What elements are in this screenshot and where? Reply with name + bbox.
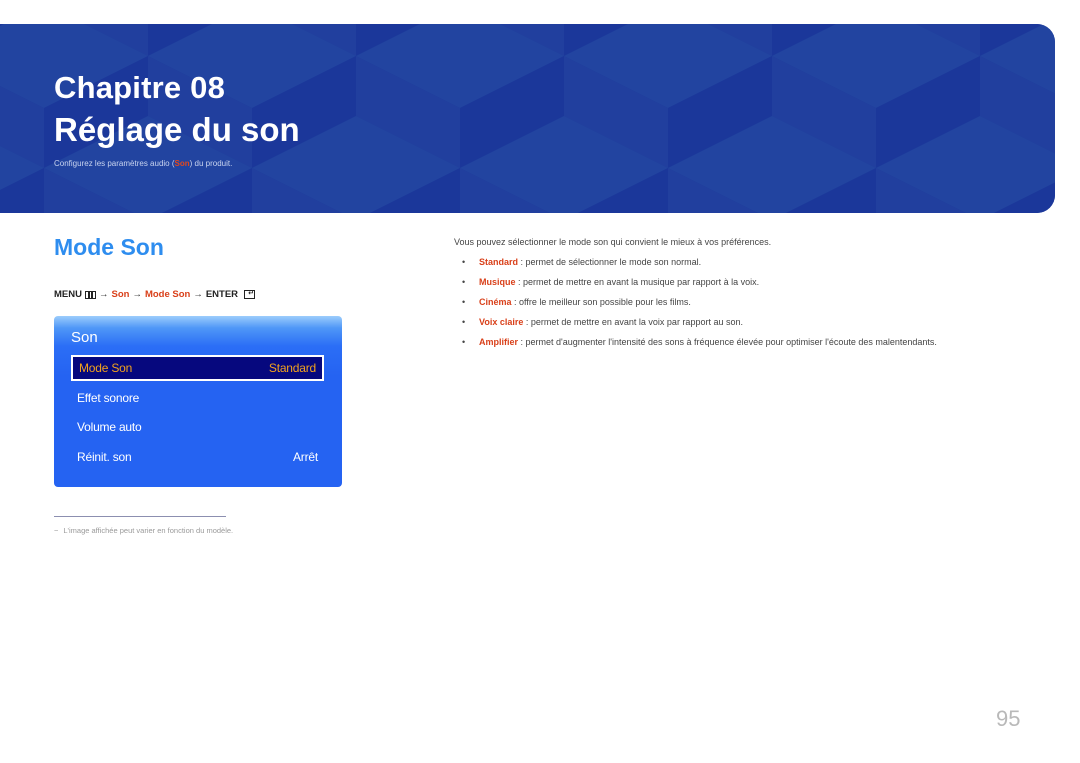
subtitle-highlight: Son xyxy=(174,159,190,168)
list-item-term: Standard xyxy=(479,257,519,267)
section-title: Mode Son xyxy=(54,234,164,260)
menu-item-value: Arrêt xyxy=(292,450,318,464)
menu-item-volume-auto[interactable]: Volume auto xyxy=(71,414,324,440)
chapter-title: Réglage du son xyxy=(54,111,300,148)
chapter-subtitle: Configurez les paramètres audio (Son) du… xyxy=(54,159,232,168)
list-item-term: Musique xyxy=(479,277,516,287)
page-number: 95 xyxy=(996,706,1021,731)
bullet-icon: • xyxy=(462,297,466,307)
bullet-icon: • xyxy=(462,337,466,347)
footnote-dash: − xyxy=(54,526,59,535)
enter-icon: ↵ xyxy=(244,290,256,299)
list-item-text: : permet d'augmenter l'intensité des son… xyxy=(518,337,937,347)
list-item: • Standard : permet de sélectionner le mo… xyxy=(462,257,937,277)
menu-path-mode-son: Mode Son xyxy=(144,289,191,300)
arrow-icon: → xyxy=(98,289,109,300)
bullet-icon: • xyxy=(462,317,466,327)
chapter-number: Chapitre 08 xyxy=(54,70,226,105)
list-item: • Cinéma : offre le meilleur son possible… xyxy=(462,297,937,317)
list-item-text: : offre le meilleur son possible pour le… xyxy=(511,297,691,307)
list-item-term: Amplifier xyxy=(479,337,519,347)
footnote: − L'image affichée peut varier en fonctio… xyxy=(54,526,233,535)
list-item-term: Cinéma xyxy=(479,297,512,307)
sound-menu-title: Son xyxy=(71,329,98,346)
menu-item-reinit-son[interactable]: Réinit. son Arrêt xyxy=(71,444,324,470)
list-item: • Voix claire : permet de mettre en avant… xyxy=(462,317,937,337)
sound-menu-panel: Son Mode Son Standard Effet sonore Volum… xyxy=(54,316,342,487)
arrow-icon: → xyxy=(193,289,203,300)
list-item-term: Voix claire xyxy=(479,317,524,327)
mode-list: • Standard : permet de sélectionner le mo… xyxy=(462,257,937,357)
menu-item-label: Mode Son xyxy=(79,361,133,375)
bullet-icon: • xyxy=(462,257,466,267)
enter-label: ENTER xyxy=(205,289,239,300)
menu-item-mode-son[interactable]: Mode Son Standard xyxy=(71,355,324,381)
footnote-text: L'image affichée peut varier en fonction… xyxy=(63,526,234,535)
description-intro: Vous pouvez sélectionner le mode son qui… xyxy=(454,237,772,247)
menu-item-label: Volume auto xyxy=(77,420,142,434)
list-item-text: : permet de mettre en avant la voix par … xyxy=(523,317,743,327)
subtitle-text-end: ) du produit. xyxy=(189,159,233,168)
menu-path: MENU → Son → Mode Son → ENTER ↵ xyxy=(54,289,256,300)
menu-grid-icon xyxy=(84,290,96,299)
footnote-divider xyxy=(54,516,226,517)
bullet-icon: • xyxy=(462,277,466,287)
list-item-text: : permet de sélectionner le mode son nor… xyxy=(518,257,702,267)
menu-path-son: Son xyxy=(111,289,130,300)
menu-item-label: Réinit. son xyxy=(77,450,132,464)
list-item: • Musique : permet de mettre en avant la … xyxy=(462,277,937,297)
subtitle-text: Configurez les paramètres audio ( xyxy=(54,159,175,168)
menu-item-value: Standard xyxy=(268,361,316,375)
menu-item-effet-sonore[interactable]: Effet sonore xyxy=(71,385,324,411)
arrow-icon: → xyxy=(132,289,142,300)
menu-label: MENU xyxy=(54,289,82,300)
list-item: • Amplifier : permet d'augmenter l'intens… xyxy=(462,337,937,357)
menu-item-label: Effet sonore xyxy=(77,391,140,405)
chapter-banner: Chapitre 08 Réglage du son Configurez le… xyxy=(0,24,1055,213)
list-item-text: : permet de mettre en avant la musique p… xyxy=(515,277,760,287)
